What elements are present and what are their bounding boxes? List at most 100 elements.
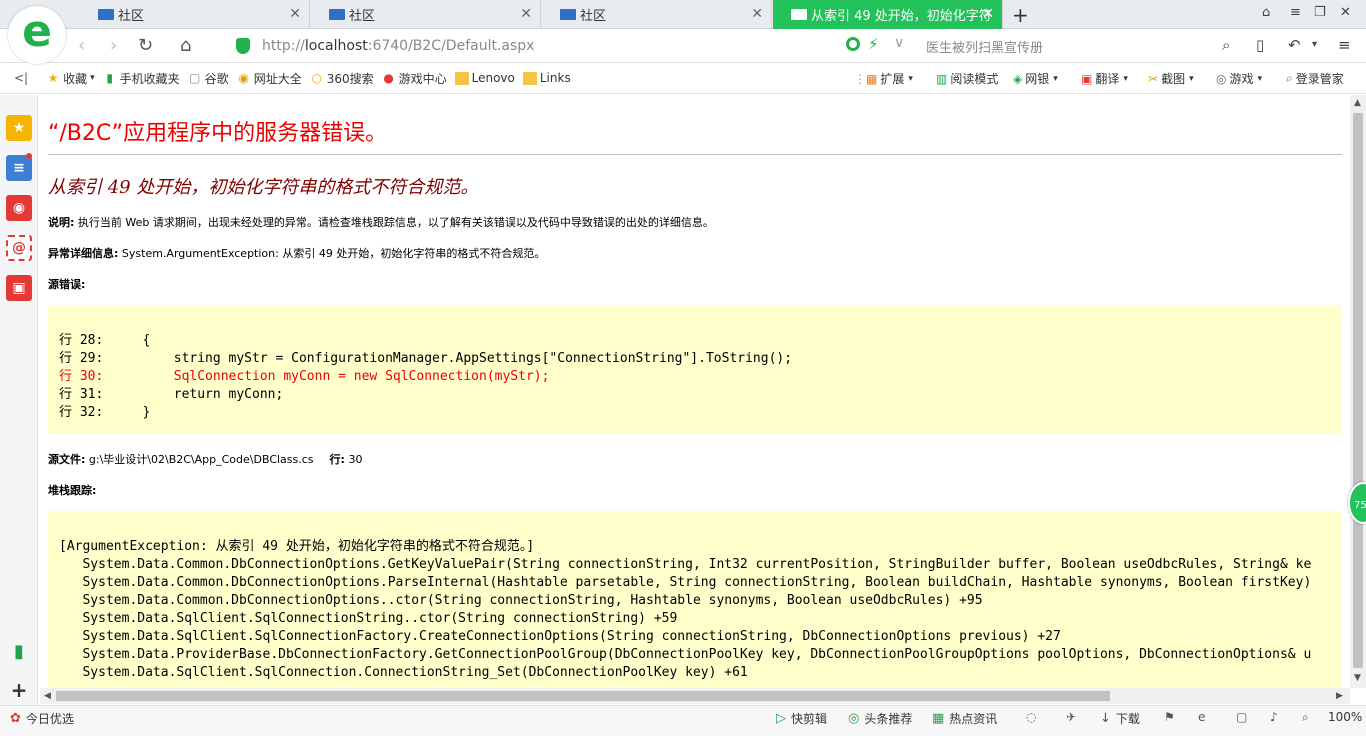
headline-button[interactable]: ◎ 头条推荐: [848, 710, 912, 727]
chevron-down-icon: ▾: [1189, 73, 1194, 84]
ie-icon[interactable]: e: [1198, 710, 1205, 724]
fav-item[interactable]: ★ 收藏 ▾: [46, 70, 95, 87]
close-icon[interactable]: ✕: [751, 6, 763, 22]
code-line: 行 29: string myStr = ConfigurationManage…: [59, 351, 793, 366]
scroll-left-icon[interactable]: ◀: [44, 691, 51, 701]
tab-label: 社区: [349, 9, 376, 24]
scroll-right-icon[interactable]: ▶: [1336, 691, 1343, 701]
close-icon[interactable]: ✕: [289, 6, 301, 22]
mobile-icon: ▮: [106, 70, 113, 85]
collapse-sidebar-icon[interactable]: <|: [14, 71, 28, 85]
chevron-down-icon: ▾: [1123, 73, 1128, 84]
scroll-thumb[interactable]: [1353, 113, 1363, 668]
stack-line: System.Data.ProviderBase.DbConnectionFac…: [59, 647, 1312, 662]
stack-trace-block: [ArgumentException: 从索引 49 处开始，初始化字符串的格式…: [48, 511, 1342, 688]
mobile-icon[interactable]: ▯: [1256, 36, 1264, 54]
clipboard-icon[interactable]: ▮: [6, 638, 32, 664]
stack-line: System.Data.SqlClient.SqlConnectionStrin…: [59, 611, 678, 626]
vertical-scrollbar[interactable]: ▲ ▼: [1350, 95, 1366, 688]
tab-label: 从索引 49 处开始，初始化字符串: [811, 9, 991, 24]
daily-picks[interactable]: ✿ 今日优选: [10, 710, 74, 727]
pin-icon[interactable]: ✈: [1066, 710, 1076, 724]
chevron-down-icon: ▾: [90, 73, 95, 83]
stack-line: System.Data.SqlClient.SqlConnection.Conn…: [59, 665, 748, 680]
scroll-down-icon[interactable]: ▼: [1354, 673, 1361, 683]
tab-label: 社区: [118, 9, 145, 24]
skin-icon[interactable]: ⌂: [1262, 5, 1270, 20]
fav-item[interactable]: Lenovo: [454, 71, 515, 85]
sound-icon[interactable]: ♪: [1270, 710, 1278, 724]
lightning-icon[interactable]: ⚡: [868, 35, 879, 53]
favorites-star-icon[interactable]: ★: [6, 115, 32, 141]
fav-item[interactable]: ◉ 网址大全: [237, 70, 301, 87]
restore-icon[interactable]: ❐: [1314, 5, 1326, 20]
quick-edit-button[interactable]: ▷ 快剪辑: [776, 710, 827, 727]
close-icon[interactable]: ✕: [520, 6, 532, 22]
folder-icon: [454, 71, 469, 85]
mail-icon[interactable]: @: [6, 235, 32, 261]
browser-icon[interactable]: ◌: [1026, 710, 1036, 724]
download-button[interactable]: ↓ 下载: [1100, 710, 1140, 727]
browser-logo-icon[interactable]: e: [8, 6, 66, 64]
scroll-up-icon[interactable]: ▲: [1354, 98, 1361, 108]
address-bar: ‹ › ↻ ⌂ http://localhost:6740/B2C/Defaul…: [0, 29, 1366, 63]
zoom-level[interactable]: 100%: [1328, 710, 1362, 724]
site-icon: [329, 9, 345, 20]
add-icon[interactable]: +: [6, 677, 32, 703]
window-close-icon[interactable]: ✕: [1340, 5, 1351, 20]
search-input[interactable]: 医生被列扫黑宣传册: [926, 37, 1043, 56]
chevron-down-icon[interactable]: ▾: [1312, 39, 1317, 50]
stack-line: System.Data.Common.DbConnectionOptions.G…: [59, 557, 1312, 572]
chevron-down-icon: ▾: [1257, 73, 1263, 84]
error-heading: 从索引 49 处开始，初始化字符串的格式不符合规范。: [48, 177, 479, 198]
zoom-icon[interactable]: ⌕: [1302, 710, 1309, 725]
back-icon[interactable]: ‹: [78, 35, 85, 56]
scroll-thumb[interactable]: [56, 691, 1110, 701]
hot-news-button[interactable]: ▦ 热点资讯: [932, 710, 997, 727]
refresh-icon[interactable]: ↻: [138, 35, 153, 56]
new-tab-icon[interactable]: +: [1012, 3, 1029, 27]
speed-mode-icon[interactable]: [846, 37, 860, 51]
star-icon: ★: [47, 70, 59, 85]
fav-item[interactable]: Links: [522, 71, 571, 85]
more-icon[interactable]: ≡: [1338, 36, 1351, 54]
home-icon[interactable]: ⌂: [180, 35, 191, 56]
tab-active[interactable]: 从索引 49 处开始，初始化字符串 ✕: [773, 0, 1003, 29]
page-title: “/B2C”应用程序中的服务器错误。: [48, 121, 388, 146]
url-text: http://localhost:6740/B2C/Default.aspx: [262, 38, 535, 54]
undo-icon[interactable]: ↶: [1288, 36, 1301, 54]
reader-button[interactable]: ▥ 阅读模式: [936, 63, 998, 94]
ext-button[interactable]: ▦ 扩展 ▾: [866, 63, 913, 94]
url-field[interactable]: http://localhost:6740/B2C/Default.aspx: [226, 33, 910, 59]
chevron-down-icon[interactable]: ∨: [894, 35, 904, 51]
game-controller-icon[interactable]: ▣: [6, 275, 32, 301]
game-button[interactable]: ◎ 游戏 ▾: [1216, 63, 1262, 94]
tab-2[interactable]: 社区 ✕: [311, 0, 541, 29]
search-icon[interactable]: ⌕: [1222, 36, 1230, 54]
weibo-icon[interactable]: ◉: [6, 195, 32, 221]
source-code-block: 行 28: {行 29: string myStr = Configuratio…: [48, 305, 1342, 434]
screenshot-button[interactable]: ✂ 截图 ▾: [1148, 63, 1194, 94]
fav-item[interactable]: ● 游戏中心: [382, 70, 446, 87]
status-bar: ✿ 今日优选 ▷ 快剪辑 ◎ 头条推荐 ▦ 热点资讯 ◌ ✈ ↓ 下载 ⚑ e ▢ ♪ ⌕…: [0, 705, 1366, 736]
fav-item[interactable]: ○ 360搜索: [310, 70, 373, 87]
fav-item[interactable]: ▮ 手机收藏夹: [103, 70, 179, 87]
horizontal-scrollbar[interactable]: ◀ ▶: [40, 688, 1350, 704]
sidebar: ★ ≡ ◉ @ ▣ ▮ +: [0, 95, 38, 706]
gamepad-icon: ◎: [1216, 71, 1227, 86]
favorites-bar: <| ★ 收藏 ▾ ▮ 手机收藏夹 ▢ 谷歌 ◉ 网址大全 ○ 360搜索 ● 游戏中心 Le…: [0, 63, 1366, 94]
menu-icon[interactable]: ≡: [1290, 5, 1301, 20]
tab-3[interactable]: 社区 ✕: [542, 0, 772, 29]
book-icon: ▥: [936, 71, 948, 86]
close-icon[interactable]: ✕: [982, 6, 994, 22]
tab-1[interactable]: 社区 ✕: [80, 0, 310, 29]
login-manager-button[interactable]: ⌕ 登录管家: [1286, 63, 1344, 94]
notification-dot: [26, 153, 32, 159]
flag-icon[interactable]: ⚑: [1164, 710, 1175, 724]
separator: ⋮: [854, 71, 866, 86]
fav-item[interactable]: ▢ 谷歌: [188, 70, 229, 87]
forward-icon[interactable]: ›: [110, 35, 117, 56]
bank-button[interactable]: ◈ 网银 ▾: [1013, 63, 1058, 94]
window-icon[interactable]: ▢: [1236, 710, 1247, 724]
translate-button[interactable]: ▣ 翻译 ▾: [1081, 63, 1128, 94]
